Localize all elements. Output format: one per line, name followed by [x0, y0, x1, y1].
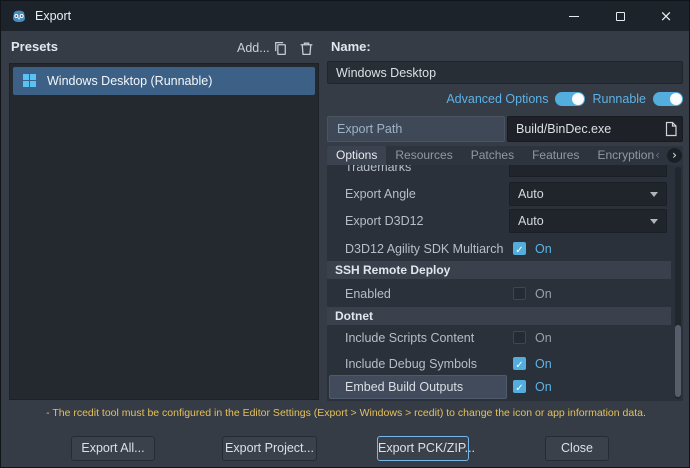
- check-icon: ✓: [515, 383, 523, 394]
- export-project-button[interactable]: Export Project...: [222, 436, 317, 461]
- options-scrollbar[interactable]: [675, 167, 681, 399]
- checkbox-value: On: [535, 237, 552, 261]
- window-title: Export: [35, 1, 71, 31]
- duplicate-preset-icon[interactable]: [272, 40, 289, 57]
- advanced-options-toggle[interactable]: [555, 92, 585, 106]
- option-label: Embed Build Outputs: [345, 375, 463, 399]
- option-row-embed-build-outputs: Embed Build Outputs ✓ On: [327, 375, 671, 399]
- godot-logo-icon: [11, 8, 27, 24]
- export-path-field: [507, 116, 683, 142]
- export-path-label: Export Path: [327, 116, 505, 142]
- section-ssh-remote-deploy: SSH Remote Deploy: [327, 261, 671, 279]
- close-icon: ×: [660, 9, 673, 24]
- dropdown-value: Auto: [518, 183, 544, 205]
- check-icon: ✓: [515, 360, 523, 371]
- name-label: Name:: [331, 39, 371, 54]
- checkbox-value: On: [535, 375, 552, 399]
- titlebar: Export ×: [1, 1, 689, 31]
- embed-build-outputs-checkbox[interactable]: ✓: [513, 380, 526, 393]
- tab-scroll-left-icon[interactable]: ‹: [650, 148, 665, 163]
- export-dialog: Export × Presets Add... Windows Desktop …: [0, 0, 690, 468]
- include-scripts-checkbox[interactable]: [513, 331, 526, 344]
- checkbox-value: On: [535, 352, 552, 376]
- chevron-down-icon: [650, 192, 658, 197]
- preset-list: Windows Desktop (Runnable): [9, 63, 319, 400]
- option-row-trademarks: Trademarks: [327, 165, 671, 177]
- option-row-include-debug-symbols: Include Debug Symbols ✓ On: [327, 352, 671, 376]
- export-d3d12-dropdown[interactable]: Auto: [509, 209, 667, 233]
- option-label: Include Debug Symbols: [345, 352, 477, 376]
- option-label: Export Angle: [345, 182, 416, 206]
- option-row-d3d12-agility: D3D12 Agility SDK Multiarch ✓ On: [327, 237, 671, 261]
- export-angle-dropdown[interactable]: Auto: [509, 182, 667, 206]
- preset-item-windows-desktop[interactable]: Windows Desktop (Runnable): [13, 67, 315, 95]
- check-icon: ✓: [515, 245, 523, 256]
- export-all-button[interactable]: Export All...: [71, 436, 155, 461]
- window-controls: ×: [551, 1, 689, 31]
- rcedit-warning-text: - The rcedit tool must be configured in …: [1, 407, 690, 419]
- runnable-toggle[interactable]: [653, 92, 683, 106]
- name-input[interactable]: [327, 61, 683, 84]
- option-label: Include Scripts Content: [345, 326, 474, 350]
- option-row-export-d3d12: Export D3D12 Auto: [327, 209, 671, 233]
- advanced-options-label: Advanced Options: [446, 92, 548, 106]
- checkbox-value: On: [535, 282, 552, 306]
- option-row-ssh-enabled: Enabled On: [327, 282, 671, 306]
- trademarks-input[interactable]: [509, 165, 667, 177]
- option-label: D3D12 Agility SDK Multiarch: [345, 237, 503, 261]
- checkbox-value: On: [535, 326, 552, 350]
- windows-logo-icon: [23, 74, 37, 88]
- include-debug-symbols-checkbox[interactable]: ✓: [513, 357, 526, 370]
- export-options-panel: Trademarks Export Angle Auto Export D3D1…: [327, 165, 683, 401]
- minimize-button[interactable]: [551, 1, 597, 31]
- tab-resources[interactable]: Resources: [386, 146, 461, 165]
- option-label: Trademarks: [345, 165, 411, 177]
- scrollbar-thumb[interactable]: [675, 325, 681, 397]
- option-row-export-angle: Export Angle Auto: [327, 182, 671, 206]
- ssh-enabled-checkbox[interactable]: [513, 287, 526, 300]
- tab-bar: Options Resources Patches Features Encry…: [327, 146, 683, 165]
- section-dotnet: Dotnet: [327, 307, 671, 325]
- presets-header: Presets: [11, 39, 58, 54]
- tab-features[interactable]: Features: [523, 146, 588, 165]
- tab-scroll-arrows: ‹ ›: [650, 148, 682, 163]
- maximize-button[interactable]: [597, 1, 643, 31]
- dropdown-value: Auto: [518, 210, 544, 232]
- section-label: SSH Remote Deploy: [335, 263, 450, 277]
- browse-file-icon[interactable]: [664, 121, 678, 137]
- delete-preset-icon[interactable]: [298, 40, 315, 57]
- option-label: Export D3D12: [345, 209, 424, 233]
- section-label: Dotnet: [335, 309, 373, 323]
- export-pck-zip-button[interactable]: Export PCK/ZIP...: [377, 436, 469, 461]
- tab-patches[interactable]: Patches: [462, 146, 523, 165]
- preset-item-label: Windows Desktop (Runnable): [47, 74, 212, 88]
- add-preset-button[interactable]: Add...: [237, 41, 270, 55]
- minimize-icon: [569, 16, 579, 17]
- maximize-icon: [616, 12, 625, 21]
- option-row-include-scripts: Include Scripts Content On: [327, 326, 671, 350]
- runnable-label: Runnable: [592, 92, 646, 106]
- d3d12-agility-checkbox[interactable]: ✓: [513, 242, 526, 255]
- close-button[interactable]: ×: [643, 1, 689, 31]
- close-dialog-button[interactable]: Close: [545, 436, 609, 461]
- tab-options[interactable]: Options: [327, 146, 386, 165]
- tab-scroll-right-icon[interactable]: ›: [667, 148, 682, 163]
- chevron-down-icon: [650, 219, 658, 224]
- export-path-input[interactable]: [507, 116, 683, 142]
- toggles-row: Advanced Options Runnable: [327, 90, 683, 108]
- option-label: Enabled: [345, 282, 391, 306]
